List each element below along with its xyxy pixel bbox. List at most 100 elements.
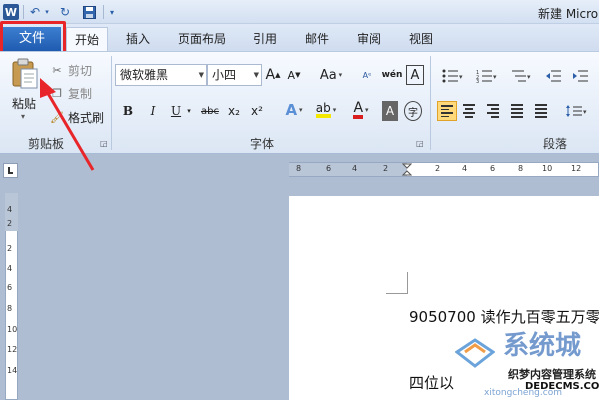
font-name-combo[interactable]: 微软雅黑 ▼ bbox=[115, 64, 207, 86]
document-line[interactable]: 四位以 bbox=[409, 372, 454, 393]
grow-font-icon: A bbox=[265, 67, 276, 83]
copy-label: 复制 bbox=[68, 86, 93, 101]
ruler-tick: 4 bbox=[462, 164, 468, 173]
paragraph-group-label: 段落 bbox=[543, 137, 568, 151]
document-title: 新建 Micro bbox=[538, 7, 599, 21]
ruler-tick: 6 bbox=[490, 164, 496, 173]
tab-view[interactable]: 视图 bbox=[404, 27, 438, 51]
tab-mailings[interactable]: 邮件 bbox=[300, 27, 334, 51]
watermark-text: 织梦内容管理系统 bbox=[508, 368, 596, 381]
qa-separator bbox=[103, 5, 104, 19]
copy-button[interactable]: ❐ 复制 bbox=[50, 84, 92, 102]
shrink-font-icon: A bbox=[287, 68, 296, 82]
redo-icon[interactable]: ↻ bbox=[58, 4, 72, 20]
tab-references[interactable]: 引用 bbox=[248, 27, 282, 51]
superscript-button[interactable]: x² bbox=[248, 101, 266, 121]
ruler-tick: 8 bbox=[518, 164, 524, 173]
ruler-tick: 12 bbox=[7, 345, 18, 354]
tab-insert[interactable]: 插入 bbox=[120, 27, 156, 51]
font-size-dropdown-icon[interactable]: ▼ bbox=[254, 65, 259, 85]
ruler-tick: 4 bbox=[352, 164, 358, 173]
change-case-button[interactable]: Aa ▾ bbox=[316, 65, 346, 85]
enclose-characters-icon[interactable]: 字 bbox=[404, 101, 422, 121]
group-divider bbox=[430, 56, 431, 150]
bullets-button[interactable]: ▾ bbox=[437, 66, 469, 86]
watermark-url: xitongcheng.com bbox=[484, 388, 562, 398]
scissors-icon: ✂ bbox=[52, 63, 62, 77]
tab-review[interactable]: 审阅 bbox=[351, 27, 387, 51]
align-center-button[interactable] bbox=[460, 101, 480, 121]
phonetic-guide-icon[interactable]: wén bbox=[381, 65, 403, 85]
font-name-value: 微软雅黑 bbox=[120, 68, 169, 82]
multilevel-list-button[interactable]: ▾ bbox=[505, 66, 537, 86]
svg-text:▾: ▾ bbox=[493, 73, 497, 81]
document-line[interactable]: 9050700 读作九百零五万零 bbox=[409, 306, 599, 327]
line-spacing-button[interactable]: ▾ bbox=[563, 101, 591, 121]
undo-dropdown-icon[interactable]: ▾ bbox=[43, 4, 51, 20]
subscript-button[interactable]: x₂ bbox=[225, 101, 243, 121]
tab-home[interactable]: 开始 bbox=[66, 27, 108, 51]
ruler-tick: 4 bbox=[7, 205, 13, 214]
cut-button[interactable]: ✂ 剪切 bbox=[50, 61, 92, 79]
undo-icon[interactable]: ↶ bbox=[28, 4, 42, 20]
font-size-combo[interactable]: 小四 ▼ bbox=[207, 64, 262, 86]
ruler-tick: 12 bbox=[571, 164, 582, 173]
decrease-indent-icon[interactable] bbox=[542, 66, 564, 86]
distributed-align-button[interactable] bbox=[532, 101, 552, 121]
font-launcher-icon[interactable]: ◲ bbox=[416, 139, 424, 148]
brush-icon: 🖌 bbox=[50, 110, 64, 124]
indent-marker[interactable] bbox=[402, 163, 412, 177]
align-right-button[interactable] bbox=[484, 101, 504, 121]
text-boundary-corner bbox=[386, 272, 408, 294]
clipboard-launcher-icon[interactable]: ◲ bbox=[100, 139, 108, 148]
word-app-icon[interactable]: W bbox=[3, 4, 19, 20]
character-border-icon[interactable]: A bbox=[406, 65, 424, 85]
justify-button[interactable] bbox=[508, 101, 528, 121]
copy-icon: ❐ bbox=[52, 86, 62, 100]
underline-dropdown-icon[interactable]: ▾ bbox=[184, 101, 194, 121]
ruler-tick: 2 bbox=[7, 244, 13, 253]
tab-page-layout[interactable]: 页面布局 bbox=[172, 27, 232, 51]
strikethrough-button[interactable]: abc bbox=[199, 101, 221, 121]
numbering-button[interactable]: 1 2 3 ▾ bbox=[471, 66, 503, 86]
format-painter-button[interactable]: 🖌 格式刷 bbox=[50, 108, 104, 126]
ruler-tick: 2 bbox=[435, 164, 441, 173]
svg-text:▾: ▾ bbox=[459, 73, 463, 81]
highlight-button[interactable]: ab ▾ bbox=[312, 100, 340, 120]
ruler-tick: 2 bbox=[383, 164, 389, 173]
font-size-value: 小四 bbox=[212, 68, 237, 82]
clipboard-group-label: 剪贴板 bbox=[28, 137, 65, 151]
align-left-button[interactable] bbox=[437, 101, 457, 121]
tab-selector[interactable] bbox=[3, 163, 18, 178]
font-group-label: 字体 bbox=[250, 137, 275, 151]
ruler-tick: 6 bbox=[7, 283, 13, 292]
bold-button[interactable]: B bbox=[120, 101, 136, 121]
grow-font-button[interactable]: A ▲ bbox=[265, 65, 281, 85]
format-painter-label: 格式刷 bbox=[68, 110, 105, 125]
paste-button-label[interactable]: 粘贴 bbox=[12, 95, 36, 112]
font-color-button[interactable]: A ▾ bbox=[347, 100, 375, 120]
highlighter-icon: ab bbox=[315, 102, 331, 118]
svg-text:▾: ▾ bbox=[583, 108, 587, 116]
ruler-tick: 14 bbox=[7, 366, 18, 375]
cut-label: 剪切 bbox=[68, 63, 93, 78]
paste-icon[interactable] bbox=[11, 58, 39, 90]
italic-button[interactable]: I bbox=[145, 101, 161, 121]
clear-format-icon[interactable]: Aᵉ bbox=[357, 65, 377, 85]
line-spacing-icon: ▾ bbox=[566, 105, 587, 117]
font-name-dropdown-icon[interactable]: ▼ bbox=[199, 65, 204, 85]
underline-button[interactable]: U bbox=[168, 101, 184, 121]
character-shading-icon[interactable]: A bbox=[382, 101, 398, 121]
ruler-tick: 6 bbox=[326, 164, 332, 173]
paste-dropdown-icon[interactable]: ▾ bbox=[21, 112, 25, 121]
qa-separator bbox=[23, 5, 24, 19]
customize-qa-icon[interactable]: ▾ bbox=[107, 4, 117, 20]
shrink-font-button[interactable]: A ▼ bbox=[286, 65, 302, 85]
save-icon[interactable] bbox=[82, 4, 96, 20]
ruler-tick: 8 bbox=[7, 304, 13, 313]
increase-indent-icon[interactable] bbox=[569, 66, 591, 86]
svg-text:▾: ▾ bbox=[527, 73, 531, 81]
ruler-tick: 2 bbox=[7, 219, 13, 228]
ruler-tick: 8 bbox=[296, 164, 302, 173]
text-effects-button[interactable]: A ▾ bbox=[280, 100, 308, 120]
